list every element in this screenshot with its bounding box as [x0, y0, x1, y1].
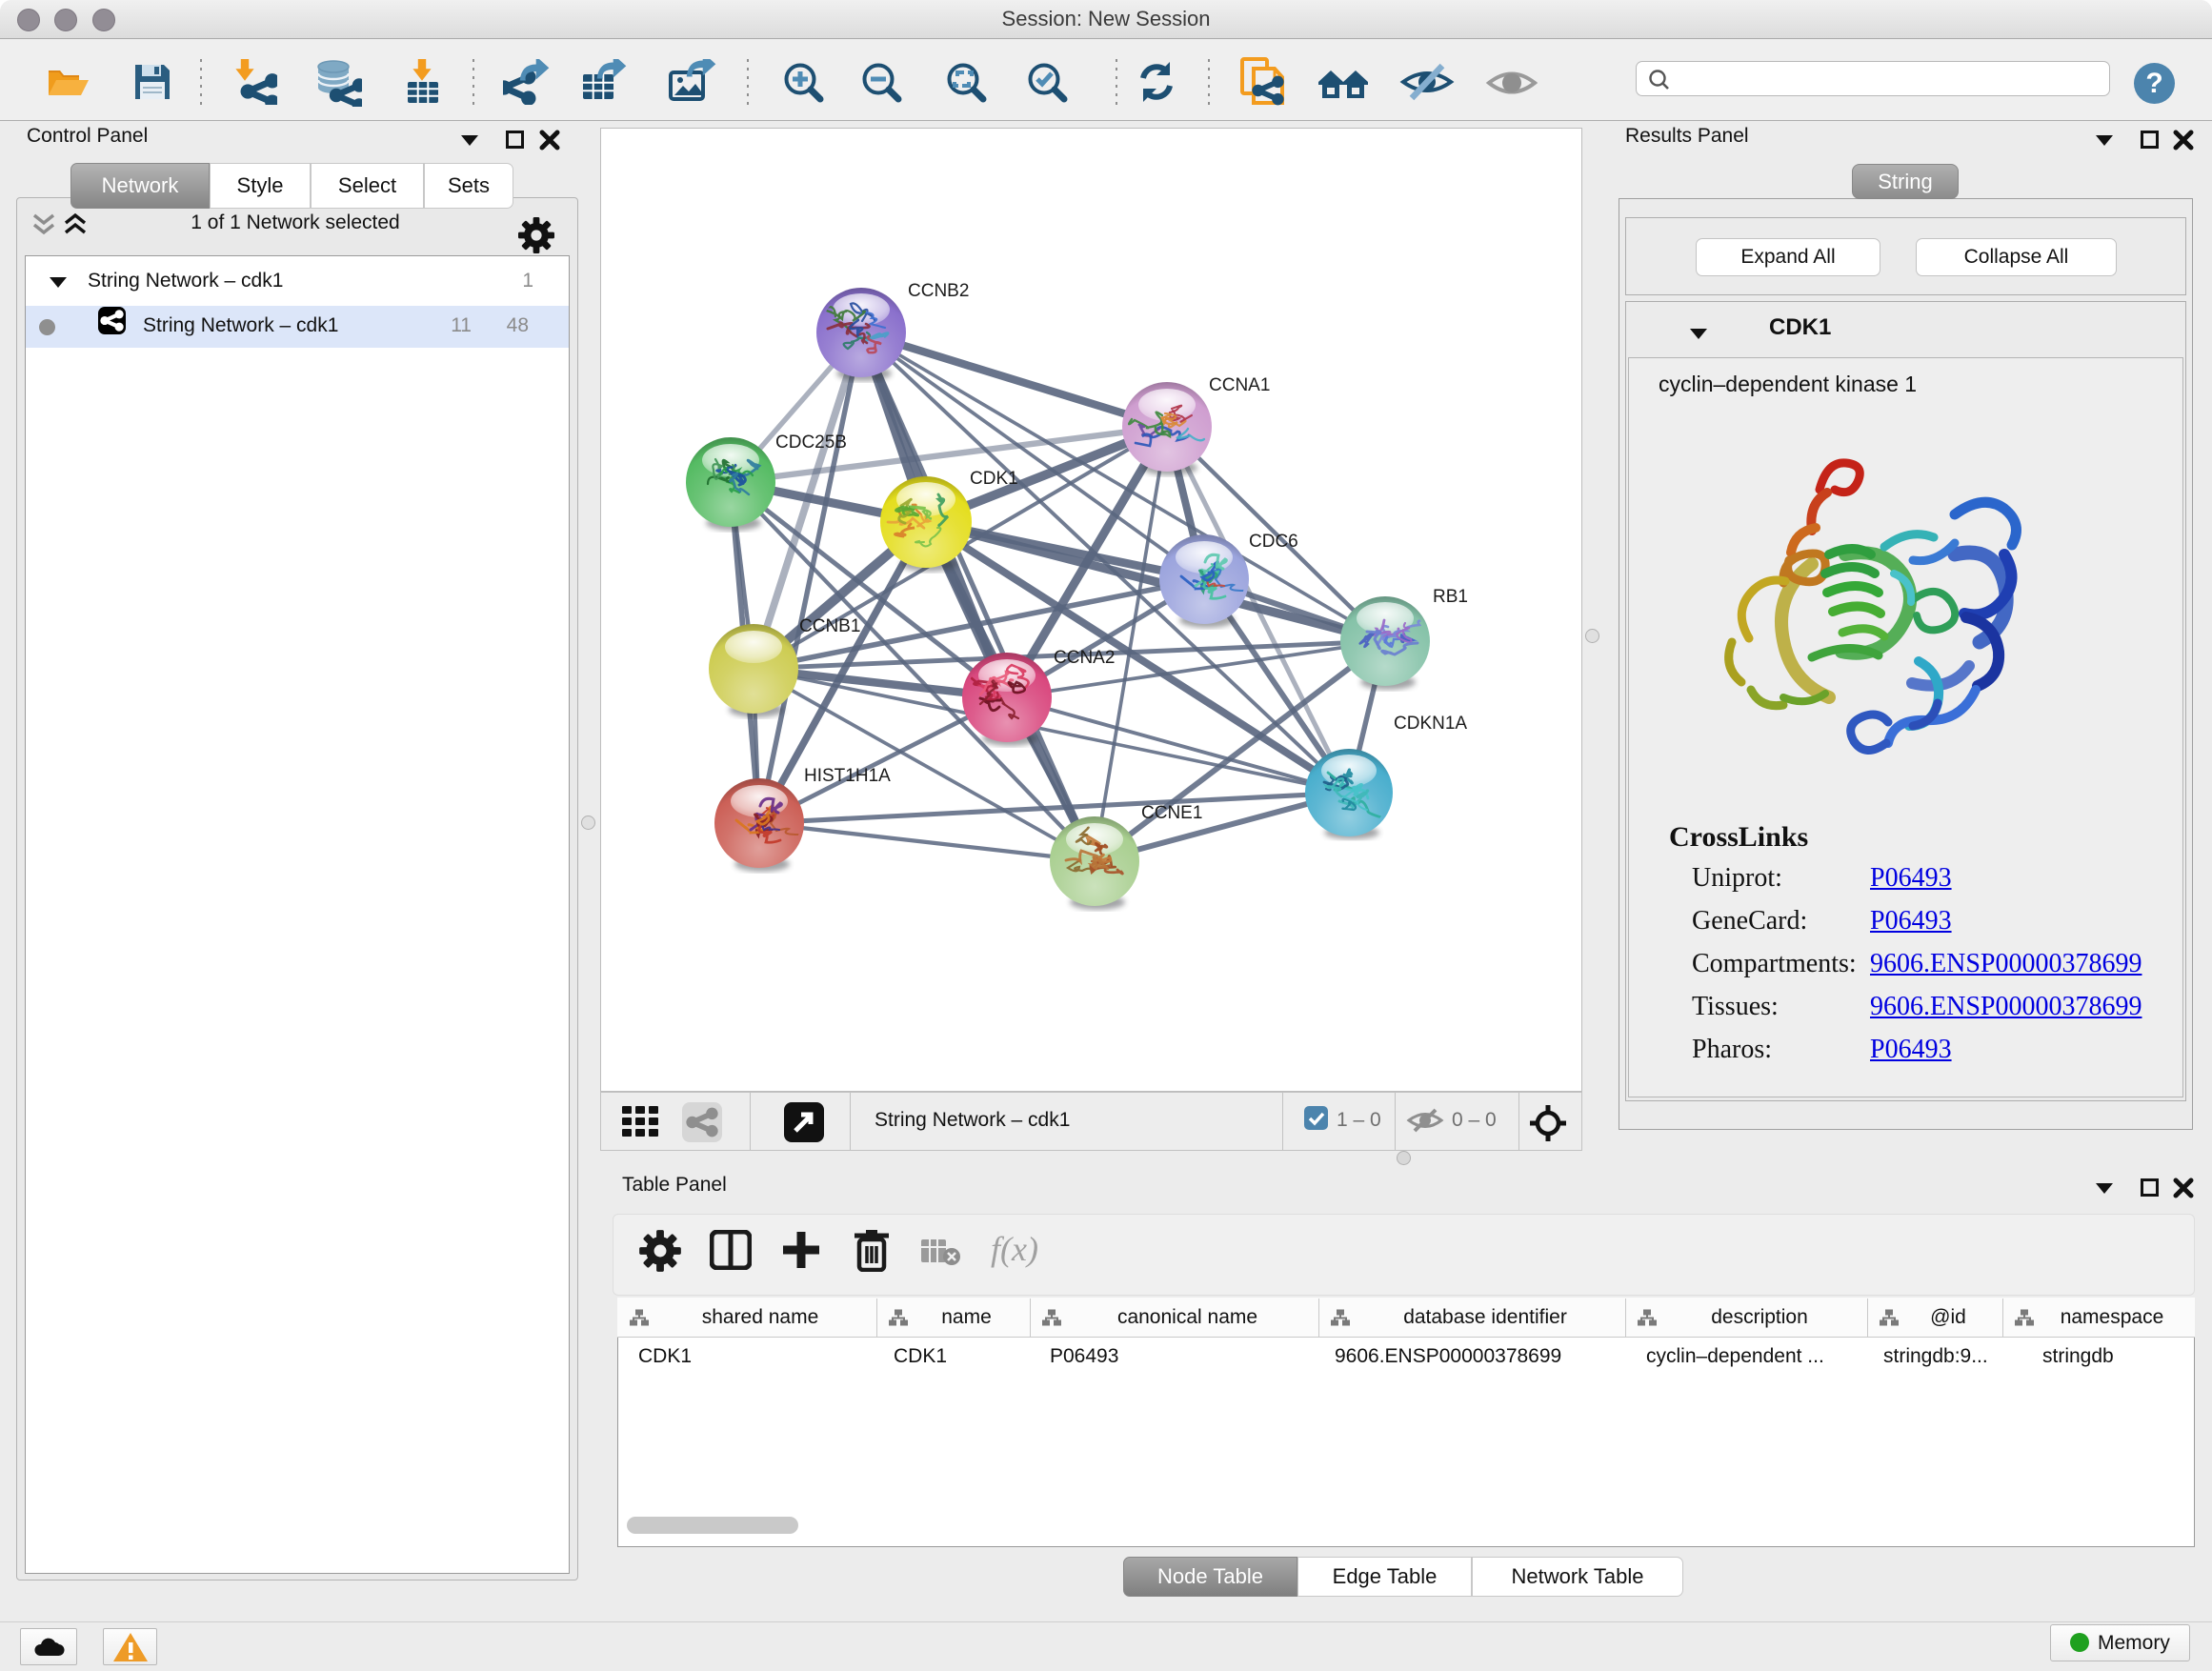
svg-text:CDK1: CDK1 [970, 469, 1018, 489]
svg-text:CCNE1: CCNE1 [1141, 803, 1202, 823]
svg-text:CDC6: CDC6 [1249, 532, 1298, 552]
svg-text:CCNA2: CCNA2 [1054, 648, 1115, 668]
svg-text:CDKN1A: CDKN1A [1394, 714, 1467, 734]
svg-text:CCNB2: CCNB2 [908, 281, 969, 301]
svg-text:CCNA1: CCNA1 [1209, 375, 1270, 395]
svg-text:CDC25B: CDC25B [775, 433, 847, 453]
svg-text:RB1: RB1 [1433, 587, 1468, 607]
svg-text:CCNB1: CCNB1 [799, 616, 860, 636]
svg-text:HIST1H1A: HIST1H1A [804, 766, 891, 786]
